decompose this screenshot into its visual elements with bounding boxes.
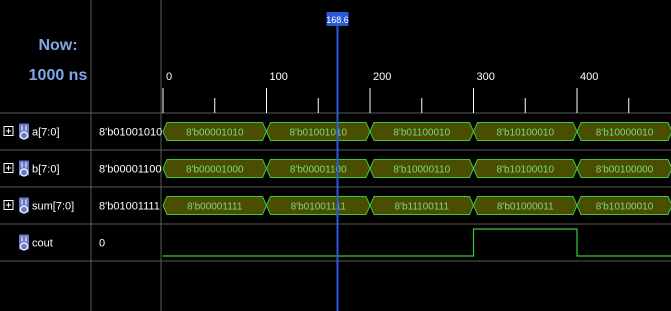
signal-name[interactable]: a[7:0]: [32, 127, 60, 139]
bus-segment-value: 8'b11100111: [394, 202, 449, 213]
signal-name[interactable]: cout: [32, 238, 53, 250]
bus-segment-value: 8'b10100010: [496, 165, 554, 176]
now-value: 1000 ns: [29, 67, 88, 84]
signal-current-value: 8'b01001111: [99, 201, 160, 213]
bit-signal-icon: [19, 234, 29, 251]
bus-segment-value: 8'b00001000: [186, 165, 244, 176]
signal-current-value: 0: [99, 238, 105, 250]
bus-segment-value: 8'b01000011: [497, 202, 554, 213]
bus-signal-icon: [19, 123, 29, 140]
bus-segment-value: 8'b10100010: [596, 202, 654, 213]
bus-segment-value: 8'b10000110: [393, 165, 450, 176]
axis-tick-label: 300: [477, 71, 495, 83]
bus-segment-value: 8'b10000010: [596, 128, 654, 139]
signal-current-value: 8'b00001100: [99, 164, 161, 176]
axis-tick-label: 400: [580, 71, 598, 83]
axis-tick-label: 0: [166, 71, 172, 83]
cursor-time-label: 168.6: [326, 15, 349, 25]
signal-name[interactable]: b[7:0]: [32, 164, 60, 176]
now-label: Now:: [38, 37, 77, 54]
waveform-viewer[interactable]: Now: 1000 ns 01002003004005 a[7:0]8'b010…: [0, 0, 671, 311]
bus-segment-value: 8'b01100010: [393, 128, 450, 139]
bus-segment-value: 8'b00100000: [596, 165, 654, 176]
bus-segment-value: 8'b00001111: [187, 202, 243, 213]
bus-segment-value: 8'b10100010: [496, 128, 554, 139]
bus-signal-icon: [19, 160, 29, 177]
bus-signal-icon: [19, 197, 29, 214]
axis-tick-label: 200: [373, 71, 391, 83]
signal-name[interactable]: sum[7:0]: [32, 201, 74, 213]
axis-tick-label: 100: [270, 71, 288, 83]
signal-current-value: 8'b01001010: [99, 127, 162, 139]
bus-segment-value: 8'b00001010: [186, 128, 244, 139]
viewer-background: [0, 0, 671, 311]
bus-segment-value: 8'b01001010: [289, 128, 347, 139]
